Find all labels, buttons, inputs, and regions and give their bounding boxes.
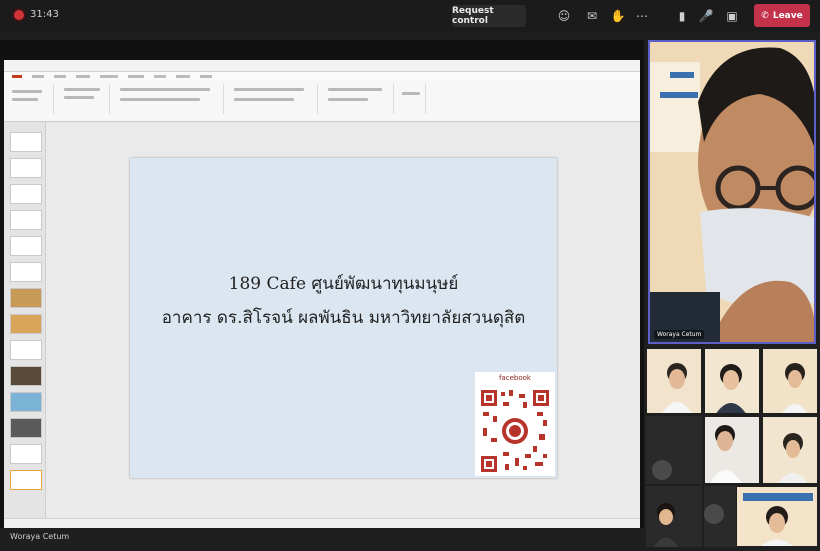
current-slide: 189 Cafe ศูนย์พัฒนาทุนมนุษย์ อาคาร ดร.สิ… — [130, 158, 557, 478]
slide-thumbnail[interactable] — [10, 158, 42, 178]
qr-code-panel: facebook — [475, 372, 555, 476]
speaker-name-tag: Woraya Cetum — [654, 330, 705, 339]
participant-tile[interactable] — [704, 416, 760, 484]
slide-address-line: อาคาร ดร.สิโรจน์ ผลพันธิน มหาวิทยาลัยสวน… — [161, 308, 526, 328]
active-speaker-video[interactable]: Woraya Cetum — [648, 40, 816, 344]
presenter-name: Woraya Cetum — [10, 532, 70, 541]
participant-video — [763, 417, 817, 483]
qr-code-image — [479, 388, 551, 474]
ppt-ribbon-tabs[interactable] — [4, 72, 640, 80]
meeting-toolbar: 31:43 Request control ☺ ✉ ✋ ⋯ ▮ 🎤 ▣ ✆ Le… — [0, 0, 820, 32]
camera-icon[interactable]: ▮ — [674, 8, 690, 24]
slide-thumbnail[interactable] — [10, 236, 42, 256]
participant-tile[interactable] — [646, 348, 702, 414]
ppt-ribbon[interactable] — [4, 80, 640, 122]
speaker-video-feed — [650, 42, 814, 342]
participant-video — [705, 417, 759, 483]
slide-thumbnail[interactable] — [10, 418, 42, 438]
participant-tile[interactable] — [736, 486, 818, 547]
participant-video — [705, 349, 759, 413]
participant-video — [646, 486, 702, 547]
participant-tile-video-off[interactable] — [646, 416, 702, 484]
slide-thumbnail[interactable] — [10, 184, 42, 204]
avatar — [704, 504, 724, 524]
slide-thumbnail[interactable] — [10, 210, 42, 230]
participant-tile[interactable] — [762, 348, 818, 414]
slide-thumbnail[interactable] — [10, 314, 42, 334]
phone-icon: ✆ — [761, 10, 769, 21]
slide-thumbnail[interactable] — [10, 392, 42, 412]
avatar — [652, 460, 672, 480]
leave-button[interactable]: ✆ Leave — [754, 4, 810, 27]
share-icon[interactable]: ▣ — [724, 8, 740, 24]
meeting-timer: 31:43 — [30, 9, 59, 20]
slide-thumbnail[interactable] — [10, 366, 42, 386]
ppt-status-bar — [4, 518, 640, 528]
qr-label: facebook — [499, 374, 531, 382]
people-icon[interactable]: ☺ — [556, 8, 572, 24]
participant-video — [737, 487, 817, 546]
slide-thumbnails-pane[interactable] — [4, 122, 46, 518]
participant-video — [647, 349, 701, 413]
slide-title-line: 189 Cafe ศูนย์พัฒนาทุนมนุษย์ — [228, 274, 459, 294]
slide-thumbnail-selected[interactable] — [10, 470, 42, 490]
participant-video — [763, 349, 817, 413]
participant-tile[interactable] — [646, 486, 702, 547]
participant-tile[interactable] — [704, 348, 760, 414]
slide-thumbnail[interactable] — [10, 262, 42, 282]
chat-icon[interactable]: ✉ — [584, 8, 600, 24]
slide-thumbnail[interactable] — [10, 340, 42, 360]
record-icon — [14, 9, 24, 20]
slide-thumbnail[interactable] — [10, 444, 42, 464]
ppt-title-bar — [4, 60, 640, 72]
raise-hand-icon[interactable]: ✋ — [610, 8, 626, 24]
slide-thumbnail[interactable] — [10, 132, 42, 152]
slide-thumbnail[interactable] — [10, 288, 42, 308]
more-icon[interactable]: ⋯ — [634, 8, 650, 24]
recording-indicator: 31:43 — [14, 9, 59, 20]
mic-icon[interactable]: 🎤 — [698, 8, 714, 24]
participant-tile[interactable] — [762, 416, 818, 484]
request-control-button[interactable]: Request control — [452, 5, 526, 27]
